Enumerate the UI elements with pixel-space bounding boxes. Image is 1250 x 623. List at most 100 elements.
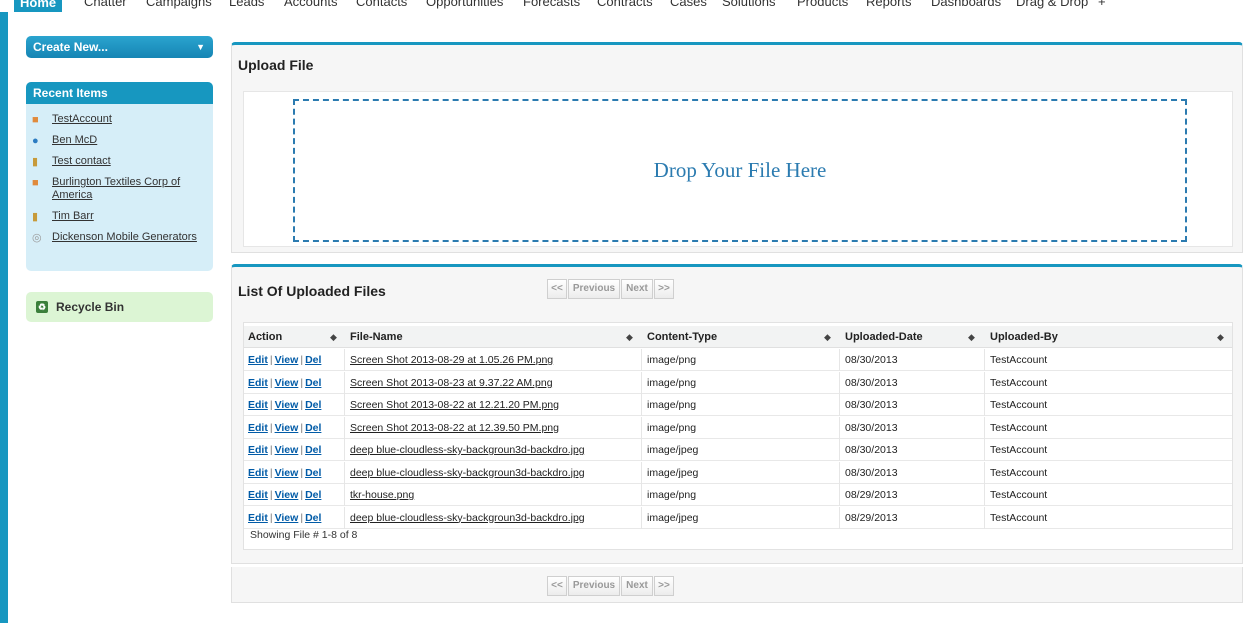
column-divider <box>641 484 642 506</box>
view-link[interactable]: View <box>275 377 299 389</box>
create-new-button[interactable]: Create New... ▼ <box>26 36 213 58</box>
content-type-cell: image/png <box>647 376 697 389</box>
tab-dashboards[interactable]: Dashboards <box>931 0 1001 9</box>
action-separator: | <box>269 466 273 479</box>
pager-first-button[interactable]: << <box>547 576 567 596</box>
edit-link[interactable]: Edit <box>248 467 268 479</box>
view-link[interactable]: View <box>275 354 299 366</box>
delete-link[interactable]: Del <box>305 354 321 366</box>
contact-icon: ▮ <box>32 156 39 168</box>
recent-item-link[interactable]: Ben McD <box>52 134 210 147</box>
column-file-name[interactable]: File-Name <box>350 326 403 348</box>
tab-drag-drop[interactable]: Drag & Drop <box>1016 0 1088 9</box>
row-actions: Edit | View | Del <box>248 417 321 439</box>
table-row: Edit | View | Del Screen Shot 2013-08-22 at 1… <box>244 416 1232 439</box>
column-divider <box>839 439 840 461</box>
sort-icon[interactable]: ◆ <box>968 326 975 348</box>
row-actions: Edit | View | Del <box>248 394 321 416</box>
delete-link[interactable]: Del <box>305 377 321 389</box>
table-row: Edit | View | Del Screen Shot 2013-08-29 at 1… <box>244 349 1232 371</box>
delete-link[interactable]: Del <box>305 422 321 434</box>
tab-campaigns[interactable]: Campaigns <box>146 0 212 9</box>
delete-link[interactable]: Del <box>305 399 321 411</box>
column-divider <box>641 461 642 484</box>
file-name-link[interactable]: deep blue-cloudless-sky-backgroun3d-back… <box>350 439 585 461</box>
tab-contacts[interactable]: Contacts <box>356 0 407 9</box>
tab-home[interactable]: Home <box>14 0 63 12</box>
uploaded-by-cell: TestAccount <box>990 376 1048 389</box>
action-separator: | <box>269 489 273 501</box>
view-link[interactable]: View <box>275 444 299 456</box>
recent-item-link[interactable]: Burlington Textiles Corp of America <box>52 176 210 202</box>
recent-item-link[interactable]: Dickenson Mobile Generators <box>52 231 210 244</box>
tab-products[interactable]: Products <box>797 0 848 9</box>
pager-last-button[interactable]: >> <box>654 279 674 299</box>
column-content-type[interactable]: Content-Type <box>647 326 717 348</box>
recent-item-link[interactable]: TestAccount <box>52 113 210 126</box>
pager-previous-button[interactable]: Previous <box>568 279 620 299</box>
file-name-link[interactable]: Screen Shot 2013-08-29 at 1.05.26 PM.png <box>350 349 553 371</box>
pager-previous-button[interactable]: Previous <box>568 576 620 596</box>
column-uploaded-date[interactable]: Uploaded-Date <box>845 326 923 348</box>
pager-last-button[interactable]: >> <box>654 576 674 596</box>
column-divider <box>641 349 642 371</box>
column-divider <box>344 394 345 416</box>
tab-opportunities[interactable]: Opportunities <box>426 0 503 9</box>
file-drop-zone[interactable]: Drop Your File Here <box>293 99 1187 242</box>
tab-accounts[interactable]: Accounts <box>284 0 337 9</box>
uploaded-date-cell: 08/30/2013 <box>845 421 898 434</box>
tab-forecasts[interactable]: Forecasts <box>523 0 580 9</box>
pager-next-button[interactable]: Next <box>621 279 653 299</box>
tab-solutions[interactable]: Solutions <box>722 0 775 9</box>
pager-next-button[interactable]: Next <box>621 576 653 596</box>
file-name-link[interactable]: tkr-house.png <box>350 484 414 506</box>
file-name-link[interactable]: Screen Shot 2013-08-22 at 12.39.50 PM.pn… <box>350 417 559 439</box>
edit-link[interactable]: Edit <box>248 422 268 434</box>
file-name-link[interactable]: deep blue-cloudless-sky-backgroun3d-back… <box>350 462 585 484</box>
delete-link[interactable]: Del <box>305 489 321 501</box>
edit-link[interactable]: Edit <box>248 489 268 501</box>
edit-link[interactable]: Edit <box>248 444 268 456</box>
edit-link[interactable]: Edit <box>248 354 268 366</box>
column-divider <box>839 416 840 439</box>
file-name-link[interactable]: Screen Shot 2013-08-22 at 12.21.20 PM.pn… <box>350 394 559 416</box>
edit-link[interactable]: Edit <box>248 399 268 411</box>
tab-chatter[interactable]: Chatter <box>84 0 127 9</box>
sort-icon[interactable]: ◆ <box>330 326 337 348</box>
view-link[interactable]: View <box>275 467 299 479</box>
action-separator: | <box>269 399 273 411</box>
column-divider <box>641 439 642 461</box>
view-link[interactable]: View <box>275 422 299 434</box>
delete-link[interactable]: Del <box>305 467 321 479</box>
column-divider <box>344 439 345 461</box>
column-action[interactable]: Action <box>248 326 282 348</box>
delete-link[interactable]: Del <box>305 444 321 456</box>
tab-leads[interactable]: Leads <box>229 0 264 9</box>
sort-icon[interactable]: ◆ <box>626 326 633 348</box>
pager-first-button[interactable]: << <box>547 279 567 299</box>
uploaded-date-cell: 08/30/2013 <box>845 399 898 411</box>
column-divider <box>839 484 840 506</box>
view-link[interactable]: View <box>275 512 299 524</box>
view-link[interactable]: View <box>275 399 299 411</box>
file-name-link[interactable]: deep blue-cloudless-sky-backgroun3d-back… <box>350 507 585 529</box>
uploaded-date-cell: 08/30/2013 <box>845 354 898 366</box>
edit-link[interactable]: Edit <box>248 377 268 389</box>
tab-add[interactable]: + <box>1098 0 1106 9</box>
tab-cases[interactable]: Cases <box>670 0 707 9</box>
tab-contracts[interactable]: Contracts <box>597 0 653 9</box>
tab-reports[interactable]: Reports <box>866 0 912 9</box>
sort-icon[interactable]: ◆ <box>1217 326 1224 348</box>
view-link[interactable]: View <box>275 489 299 501</box>
column-uploaded-by[interactable]: Uploaded-By <box>990 326 1058 348</box>
file-name-link[interactable]: Screen Shot 2013-08-23 at 9.37.22 AM.png <box>350 372 553 394</box>
delete-link[interactable]: Del <box>305 512 321 524</box>
recent-item-link[interactable]: Test contact <box>52 155 210 168</box>
sort-icon[interactable]: ◆ <box>824 326 831 348</box>
content-type-cell: image/png <box>647 399 697 411</box>
column-divider <box>984 394 985 416</box>
recent-item-link[interactable]: Tim Barr <box>52 210 210 223</box>
action-separator: | <box>269 511 273 524</box>
edit-link[interactable]: Edit <box>248 512 268 524</box>
recycle-bin[interactable]: ♻ Recycle Bin <box>26 292 213 322</box>
